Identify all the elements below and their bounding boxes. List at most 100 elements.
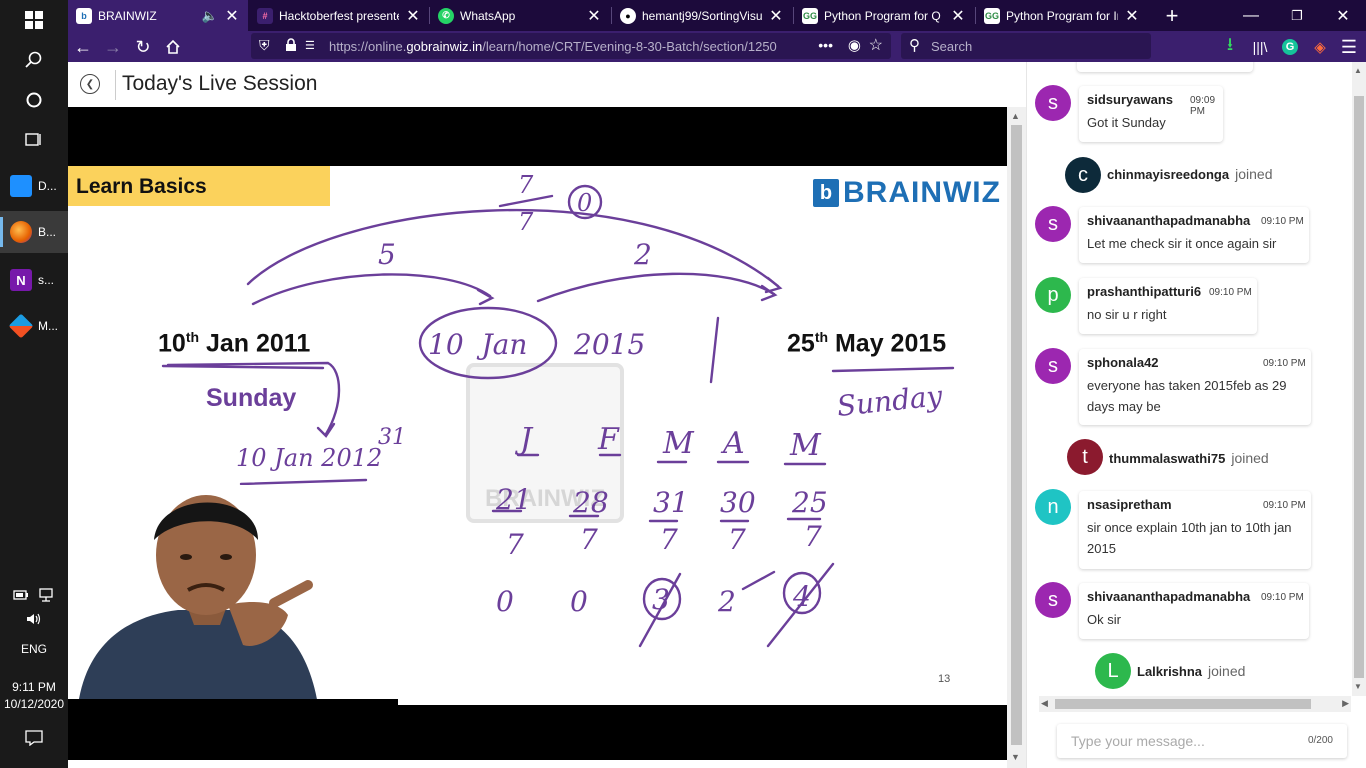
close-tab-icon[interactable]: ✕	[768, 6, 784, 26]
avatar: n	[1035, 489, 1071, 525]
pocket-icon[interactable]: ◉	[848, 36, 861, 54]
tab-github[interactable]: ● hemantj99/SortingVisu ✕	[612, 0, 792, 31]
menu-icon[interactable]: ☰	[1336, 34, 1362, 60]
avatar: s	[1035, 206, 1071, 242]
taskbar-app-firefox[interactable]: B...	[0, 211, 68, 253]
download-icon[interactable]: ⭳	[1217, 34, 1243, 60]
scroll-left-icon[interactable]: ◀	[1041, 698, 1048, 709]
taskbar-app-onenote[interactable]: N s...	[0, 259, 68, 301]
message-text: Ok sir	[1087, 612, 1121, 627]
volume-icon[interactable]	[0, 612, 68, 629]
extension-icon[interactable]: ◈	[1307, 34, 1333, 60]
scroll-up-icon[interactable]: ▲	[1011, 111, 1020, 121]
close-window-icon[interactable]: ✕	[1320, 0, 1366, 31]
hand-divisor-4: 7	[728, 523, 746, 556]
chat-scrollbar[interactable]: ▲ ▼	[1352, 62, 1366, 696]
lock-icon[interactable]	[285, 38, 297, 55]
tab-python-in[interactable]: GG Python Program for In ✕	[976, 0, 1148, 31]
notifications-icon[interactable]	[0, 730, 68, 749]
session-header: ❮ Today's Live Session	[68, 62, 1026, 107]
tab-whatsapp[interactable]: ✆ WhatsApp ✕	[430, 0, 610, 31]
join-label: joined	[1208, 663, 1246, 679]
grammarly-icon[interactable]: G	[1277, 34, 1303, 60]
hand-arc-right-label: 2	[633, 238, 652, 271]
close-tab-icon[interactable]: ✕	[405, 6, 421, 26]
hand-fraction-numerator: 7	[518, 171, 534, 199]
hand-day-4: 30	[720, 486, 756, 519]
message-text: Let me check sir it once again sir	[1087, 236, 1277, 251]
scroll-right-icon[interactable]: ▶	[1342, 698, 1349, 709]
speaker-icon[interactable]: 🔈	[202, 8, 218, 24]
avatar: t	[1067, 439, 1103, 475]
hand-sunday: Sunday	[835, 379, 945, 423]
hand-days-31: 31	[378, 425, 406, 450]
taskbar-app-label: B...	[38, 225, 57, 239]
clock-time[interactable]: 9:11 PM	[0, 680, 68, 694]
scroll-down-icon[interactable]: ▼	[1011, 752, 1020, 762]
task-view-icon[interactable]	[0, 120, 68, 160]
network-icon[interactable]	[39, 588, 55, 602]
tab-hacktoberfest[interactable]: # Hacktoberfest presente ✕	[249, 0, 429, 31]
new-tab-icon[interactable]: +	[1154, 0, 1190, 31]
close-tab-icon[interactable]: ✕	[586, 6, 602, 26]
github-favicon: ●	[620, 7, 636, 24]
app-diamond-icon	[8, 313, 34, 339]
chat-horizontal-scrollbar[interactable]: ◀ ▶	[1039, 696, 1351, 712]
bookmark-star-icon[interactable]: ☆	[869, 35, 883, 55]
close-tab-icon[interactable]: ✕	[1124, 6, 1140, 26]
permissions-icon[interactable]: ☰	[305, 39, 315, 52]
taskbar-app-label: M...	[38, 319, 58, 333]
message-time: 09:10 PM	[1263, 500, 1306, 511]
battery-icon[interactable]	[13, 588, 29, 602]
tab-brainwiz[interactable]: b BRAINWIZ 🔈 ✕	[68, 0, 248, 31]
message-time: 09:10 PM	[1263, 358, 1306, 369]
tab-python-q[interactable]: GG Python Program for Q ✕	[794, 0, 974, 31]
chat-message-input[interactable]: Type your message... 0/200	[1057, 724, 1347, 758]
hand-month-3: M	[662, 426, 695, 461]
hand-divisor-3: 7	[660, 523, 678, 556]
cortana-icon[interactable]	[0, 80, 68, 120]
clock-date[interactable]: 10/12/2020	[0, 697, 68, 711]
scroll-up-icon[interactable]: ▲	[1354, 66, 1362, 75]
taskbar-app-4[interactable]: M...	[0, 305, 68, 347]
minimize-icon[interactable]: —	[1228, 0, 1274, 31]
hand-jan-2012: 10 Jan 2012	[236, 444, 382, 472]
address-bar[interactable]: ⛨ ☰ https://online.gobrainwiz.in/learn/h…	[251, 33, 891, 59]
url-text[interactable]: https://online.gobrainwiz.in/learn/home/…	[329, 39, 777, 54]
back-arrow-icon[interactable]: ←	[70, 34, 96, 60]
language-indicator[interactable]: ENG	[0, 642, 68, 656]
home-icon[interactable]	[160, 34, 186, 60]
hand-circled-date: 10 Jan	[428, 328, 527, 361]
scroll-down-icon[interactable]: ▼	[1354, 682, 1362, 691]
back-circle-icon[interactable]: ❮	[80, 74, 100, 94]
taskbar-app-1[interactable]: D...	[0, 165, 68, 207]
geeks-favicon: GG	[802, 7, 818, 24]
hand-day-5: 25	[791, 486, 828, 519]
shield-icon[interactable]: ⛨	[259, 37, 270, 54]
hand-remainder-4: 2	[717, 585, 736, 618]
page-content: ❮ Today's Live Session Learn Basics b BR…	[68, 62, 1366, 768]
live-video-player[interactable]: Learn Basics b BRAINWIZ BRAINWIZ 10th Ja…	[68, 107, 1007, 760]
page-scrollbar[interactable]: ▲ ▼	[1007, 107, 1026, 768]
onenote-icon: N	[10, 269, 32, 291]
reload-icon[interactable]: ↻	[130, 34, 156, 60]
hand-month-1: J	[514, 422, 534, 457]
close-tab-icon[interactable]: ✕	[224, 6, 240, 26]
message-time: 09:09 PM	[1190, 95, 1216, 117]
presenter-video	[68, 485, 398, 705]
search-input[interactable]: ⚲ Search	[901, 33, 1151, 59]
join-username: chinmayisreedonga	[1107, 167, 1230, 182]
library-icon[interactable]: |||\	[1247, 34, 1273, 60]
whatsapp-favicon: ✆	[438, 7, 454, 24]
chat-panel: s sidsuryawans 09:09 PM Got it Sunday c …	[1026, 62, 1366, 768]
search-icon[interactable]	[0, 40, 68, 80]
taskbar-app-label: s...	[38, 273, 55, 287]
windows-start-icon[interactable]	[0, 0, 68, 40]
forward-arrow-icon[interactable]: →	[100, 34, 126, 60]
hand-day-2: 28	[572, 486, 609, 519]
message-text: sir once explain 10th jan to 10th jan 20…	[1087, 520, 1292, 556]
restore-icon[interactable]: ❐	[1274, 0, 1320, 31]
tab-title: Hacktoberfest presente	[279, 8, 399, 23]
close-tab-icon[interactable]: ✕	[950, 6, 966, 26]
page-actions-icon[interactable]: •••	[814, 37, 833, 53]
